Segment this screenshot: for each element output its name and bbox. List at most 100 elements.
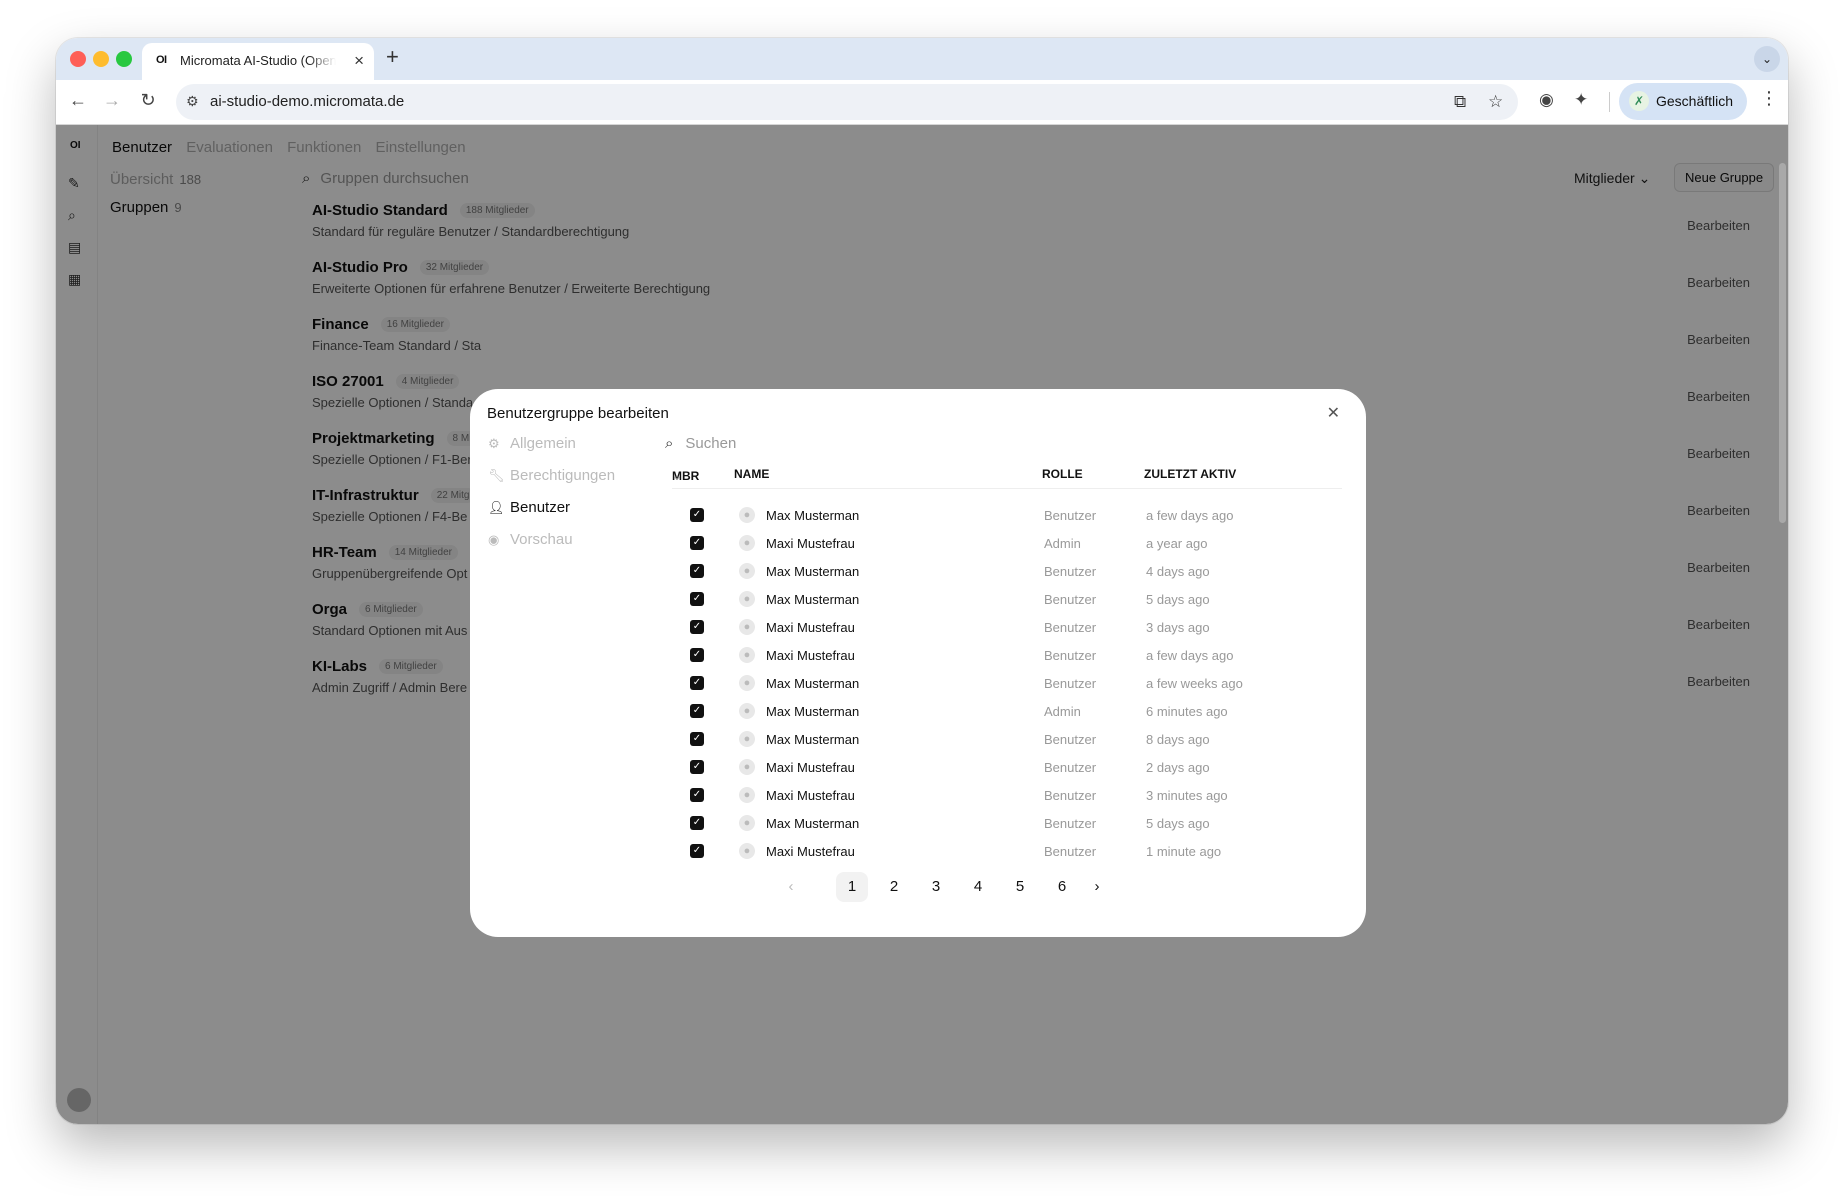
user-avatar-icon: ●: [739, 787, 755, 803]
chevron-down-icon: ⌄: [672, 469, 683, 483]
user-name: Maxi Mustefrau: [766, 788, 855, 803]
modal-nav-berechtigungen-label: Berechtigungen: [510, 467, 616, 484]
user-role: Benutzer: [1044, 508, 1097, 523]
col-rolle[interactable]: ROLLE: [1042, 467, 1083, 481]
table-row[interactable]: ✓ ● Max Musterman Benutzer a few weeks ago: [672, 669, 1342, 697]
prev-page-icon[interactable]: ‹: [775, 872, 807, 902]
profile-icon: ✗: [1629, 91, 1649, 111]
member-checkbox[interactable]: ✓: [690, 592, 704, 606]
user-last-active: 3 days ago: [1146, 620, 1210, 635]
user-name: Maxi Mustefrau: [766, 844, 855, 859]
table-row[interactable]: ✓ ● Maxi Mustefrau Benutzer 3 days ago: [672, 613, 1342, 641]
member-checkbox[interactable]: ✓: [690, 732, 704, 746]
page-scrollbar[interactable]: [1779, 163, 1786, 523]
page-button[interactable]: 6: [1046, 872, 1078, 902]
col-zuletzt-aktiv[interactable]: ZULETZT AKTIV: [1144, 467, 1236, 481]
address-bar[interactable]: ⚙ ai-studio-demo.micromata.de ⧉ ☆: [176, 84, 1518, 120]
browser-window: OI Micromata AI-Studio (Open WebUI) × + …: [56, 38, 1788, 1124]
site-settings-icon[interactable]: ⚙: [186, 93, 199, 110]
close-icon[interactable]: ✕: [1327, 403, 1340, 423]
member-checkbox[interactable]: ✓: [690, 816, 704, 830]
page-button[interactable]: 4: [962, 872, 994, 902]
table-row[interactable]: ✓ ● Maxi Mustefrau Benutzer 2 days ago: [672, 753, 1342, 781]
modal-nav-allgemein[interactable]: ⚙ Allgemein: [488, 435, 576, 452]
modal-nav-berechtigungen[interactable]: 🔧︎ Berechtigungen: [488, 467, 615, 484]
user-name: Max Musterman: [766, 676, 860, 691]
url-text: ai-studio-demo.micromata.de: [210, 93, 405, 110]
table-row[interactable]: ✓ ● Max Musterman Admin 6 minutes ago: [672, 697, 1342, 725]
user-name: Maxi Mustefrau: [766, 760, 855, 775]
table-row[interactable]: ✓ ● Max Musterman Benutzer 8 days ago: [672, 725, 1342, 753]
user-last-active: a few days ago: [1146, 508, 1234, 523]
eye-icon: ◉: [488, 532, 500, 547]
user-search-placeholder: Suchen: [685, 435, 737, 452]
user-role: Admin: [1044, 704, 1081, 719]
user-name: Max Musterman: [766, 732, 860, 747]
table-row[interactable]: ✓ ● Maxi Mustefrau Admin a year ago: [672, 529, 1342, 557]
forward-icon[interactable]: →: [100, 90, 124, 111]
camera-icon[interactable]: ◉: [1539, 90, 1554, 110]
member-checkbox[interactable]: ✓: [690, 536, 704, 550]
gear-icon: ⚙: [488, 436, 500, 451]
user-name: Max Musterman: [766, 564, 860, 579]
modal-nav-vorschau[interactable]: ◉ Vorschau: [488, 531, 573, 548]
member-checkbox[interactable]: ✓: [690, 620, 704, 634]
user-avatar-icon: ●: [739, 675, 755, 691]
modal-nav-vorschau-label: Vorschau: [510, 531, 573, 548]
page-button[interactable]: 2: [878, 872, 910, 902]
page-button[interactable]: 1: [836, 872, 868, 902]
user-last-active: 5 days ago: [1146, 816, 1210, 831]
users-table-header: MBR ⌄ NAME ROLLE ZULETZT AKTIV: [672, 465, 1342, 489]
page-button[interactable]: 5: [1004, 872, 1036, 902]
user-role: Benutzer: [1044, 844, 1097, 859]
page-button[interactable]: 3: [920, 872, 952, 902]
tab-close-icon[interactable]: ×: [354, 51, 364, 71]
member-checkbox[interactable]: ✓: [690, 788, 704, 802]
modal-nav-benutzer[interactable]: 👤︎ Benutzer: [488, 499, 570, 516]
member-checkbox[interactable]: ✓: [690, 760, 704, 774]
member-checkbox[interactable]: ✓: [690, 704, 704, 718]
table-row[interactable]: ✓ ● Max Musterman Benutzer 4 days ago: [672, 557, 1342, 585]
modal-nav-allgemein-label: Allgemein: [510, 435, 576, 452]
bookmark-star-icon[interactable]: ☆: [1488, 92, 1503, 112]
user-search-input[interactable]: ⌕ Suchen: [665, 435, 736, 452]
minimize-window-button[interactable]: [93, 51, 109, 67]
user-avatar-icon: ●: [739, 535, 755, 551]
user-avatar-icon: ●: [739, 703, 755, 719]
member-checkbox[interactable]: ✓: [690, 564, 704, 578]
user-role: Benutzer: [1044, 564, 1097, 579]
user-role: Benutzer: [1044, 760, 1097, 775]
browser-tab[interactable]: OI Micromata AI-Studio (Open WebUI) ×: [142, 43, 374, 80]
member-checkbox[interactable]: ✓: [690, 648, 704, 662]
user-last-active: 4 days ago: [1146, 564, 1210, 579]
zoom-window-button[interactable]: [116, 51, 132, 67]
user-role: Benutzer: [1044, 676, 1097, 691]
profile-button[interactable]: ✗ Geschäftlich: [1619, 83, 1747, 120]
browser-toolbar: ← → ↻ ⚙ ai-studio-demo.micromata.de ⧉ ☆ …: [56, 80, 1788, 125]
install-app-icon[interactable]: ⧉: [1454, 92, 1466, 112]
table-row[interactable]: ✓ ● Maxi Mustefrau Benutzer 1 minute ago: [672, 837, 1342, 865]
browser-menu-icon[interactable]: ⋮: [1760, 88, 1778, 109]
col-name[interactable]: NAME: [734, 467, 769, 481]
next-page-icon[interactable]: ›: [1081, 872, 1113, 902]
table-row[interactable]: ✓ ● Maxi Mustefrau Benutzer a few days ago: [672, 641, 1342, 669]
member-checkbox[interactable]: ✓: [690, 676, 704, 690]
member-checkbox[interactable]: ✓: [690, 508, 704, 522]
user-avatar-icon: ●: [739, 731, 755, 747]
user-role: Benutzer: [1044, 732, 1097, 747]
profile-label: Geschäftlich: [1656, 93, 1734, 109]
member-checkbox[interactable]: ✓: [690, 844, 704, 858]
reload-icon[interactable]: ↻: [136, 90, 160, 111]
table-row[interactable]: ✓ ● Max Musterman Benutzer 5 days ago: [672, 585, 1342, 613]
tab-search-icon[interactable]: ⌄: [1754, 46, 1780, 72]
user-avatar-icon: ●: [739, 815, 755, 831]
table-row[interactable]: ✓ ● Max Musterman Benutzer 5 days ago: [672, 809, 1342, 837]
new-tab-icon[interactable]: +: [386, 44, 399, 70]
table-row[interactable]: ✓ ● Max Musterman Benutzer a few days ago: [672, 501, 1342, 529]
extensions-icon[interactable]: ✦: [1574, 90, 1588, 110]
back-icon[interactable]: ←: [66, 90, 90, 111]
close-window-button[interactable]: [70, 51, 86, 67]
table-row[interactable]: ✓ ● Maxi Mustefrau Benutzer 3 minutes ago: [672, 781, 1342, 809]
user-last-active: 3 minutes ago: [1146, 788, 1228, 803]
user-last-active: 2 days ago: [1146, 760, 1210, 775]
